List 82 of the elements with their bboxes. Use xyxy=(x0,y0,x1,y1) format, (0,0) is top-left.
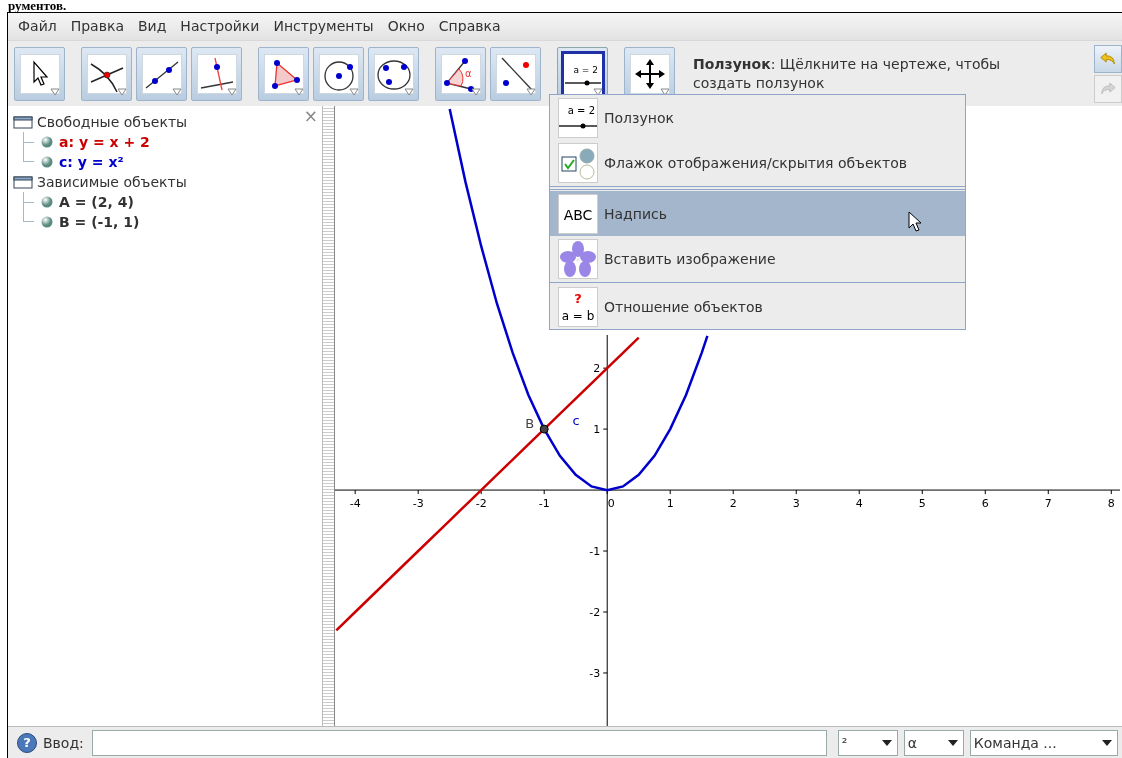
text-tool-icon: ABC xyxy=(559,194,597,233)
caret-icon xyxy=(881,739,892,746)
tool-button[interactable] xyxy=(490,46,541,101)
help-button[interactable]: ? xyxy=(17,732,37,753)
image-tool-icon xyxy=(559,239,597,278)
relation-tool-icon: ? a = b xyxy=(559,287,597,326)
dropdown-triangle-icon xyxy=(117,87,127,96)
x-tick-label: 1 xyxy=(666,497,674,511)
y-tick-label: -2 xyxy=(589,606,601,620)
tool-button[interactable] xyxy=(368,46,419,101)
tool-button[interactable] xyxy=(313,46,364,101)
y-tick-label: -1 xyxy=(589,545,601,559)
y-tick-label: 2 xyxy=(593,362,601,376)
dropdown-triangle-icon xyxy=(660,87,670,96)
dropdown-triangle-icon xyxy=(227,87,237,96)
menu-item[interactable]: Настройки xyxy=(173,18,267,35)
x-tick-label: 5 xyxy=(918,497,926,511)
x-tick-label: 6 xyxy=(981,497,989,511)
panel-splitter[interactable] xyxy=(322,106,335,727)
menu-item[interactable]: Файл xyxy=(11,18,64,35)
dropdown-triangle-icon xyxy=(404,87,414,96)
y-tick-label: 1 xyxy=(593,423,601,437)
menu-tool-item[interactable]: Флажок отображения/скрытия объектов xyxy=(550,140,965,185)
input-field[interactable] xyxy=(91,729,827,756)
menu-item[interactable]: Справка xyxy=(431,18,508,35)
x-tick-label: -1 xyxy=(538,497,550,511)
visibility-ball-icon[interactable] xyxy=(41,196,53,209)
tool-button[interactable]: α xyxy=(435,46,486,101)
visibility-ball-icon[interactable] xyxy=(41,156,53,169)
symbol-dropdown[interactable]: ² xyxy=(837,729,898,756)
menu-item[interactable]: Инструменты xyxy=(266,18,381,35)
dropdown-triangle-icon xyxy=(471,87,481,96)
document-text: рументов. xyxy=(7,0,68,12)
tree-group-label[interactable]: Зависимые объекты xyxy=(37,174,187,191)
input-label: Ввод: xyxy=(43,734,84,751)
caret-icon xyxy=(1101,739,1112,746)
dropdown-triangle-icon xyxy=(50,87,60,96)
x-tick-label: -2 xyxy=(475,497,487,511)
visibility-ball-icon[interactable] xyxy=(41,136,53,149)
dropdown-triangle-icon xyxy=(526,87,536,96)
menu-tool-item[interactable]: Вставить изображение xyxy=(550,236,965,281)
folder-icon xyxy=(13,175,33,190)
x-tick-label: 4 xyxy=(855,497,863,511)
x-tick-label: 0 xyxy=(607,497,615,511)
algebra-object[interactable]: A = (2, 4) xyxy=(59,194,134,211)
menu-tool-item[interactable]: ABC Надпись xyxy=(550,191,965,236)
x-tick-label: -4 xyxy=(349,497,361,511)
x-tick-label: 8 xyxy=(1107,497,1115,511)
dropdown-triangle-icon xyxy=(172,87,182,96)
caret-icon xyxy=(947,739,958,746)
x-tick-label: 7 xyxy=(1044,497,1052,511)
menu-item[interactable]: Вид xyxy=(130,18,174,35)
algebra-object[interactable]: a: y = x + 2 xyxy=(59,134,150,151)
y-tick-label: -3 xyxy=(589,667,601,681)
point-marker[interactable] xyxy=(539,424,549,434)
tool-button[interactable] xyxy=(258,46,309,101)
menu-item[interactable]: Правка xyxy=(63,18,131,35)
algebra-object[interactable]: c: y = x² xyxy=(59,154,124,171)
menu-item[interactable]: Окно xyxy=(380,18,432,35)
tool-help-text: Ползунок: Щёлкните на чертеже, чтобы создать ползунок xyxy=(693,54,1002,93)
x-tick-label: 3 xyxy=(792,497,800,511)
algebra-object[interactable]: B = (-1, 1) xyxy=(59,214,140,231)
point-label: B xyxy=(525,416,535,432)
curve-label: c xyxy=(572,413,580,429)
x-tick-label: -3 xyxy=(412,497,424,511)
mouse-pointer-icon xyxy=(908,211,922,233)
dropdown-triangle-icon xyxy=(294,87,304,96)
command-dropdown[interactable]: Команда ... xyxy=(969,729,1118,756)
close-button[interactable]: × xyxy=(303,106,318,127)
dropdown-triangle-icon xyxy=(593,87,603,96)
visibility-ball-icon[interactable] xyxy=(41,216,53,229)
tool-button[interactable] xyxy=(191,46,242,101)
perpendicular-tool-icon xyxy=(198,55,235,92)
x-tick-label: 2 xyxy=(729,497,737,511)
tool-button[interactable] xyxy=(136,46,187,101)
symbol-dropdown[interactable]: α xyxy=(903,729,964,756)
folder-icon xyxy=(13,115,33,130)
tree-group-label[interactable]: Свободные объекты xyxy=(37,114,188,131)
tool-button[interactable] xyxy=(81,46,132,101)
redo-icon xyxy=(1099,81,1117,96)
dropdown-triangle-icon xyxy=(349,87,359,96)
undo-icon xyxy=(1099,51,1117,66)
